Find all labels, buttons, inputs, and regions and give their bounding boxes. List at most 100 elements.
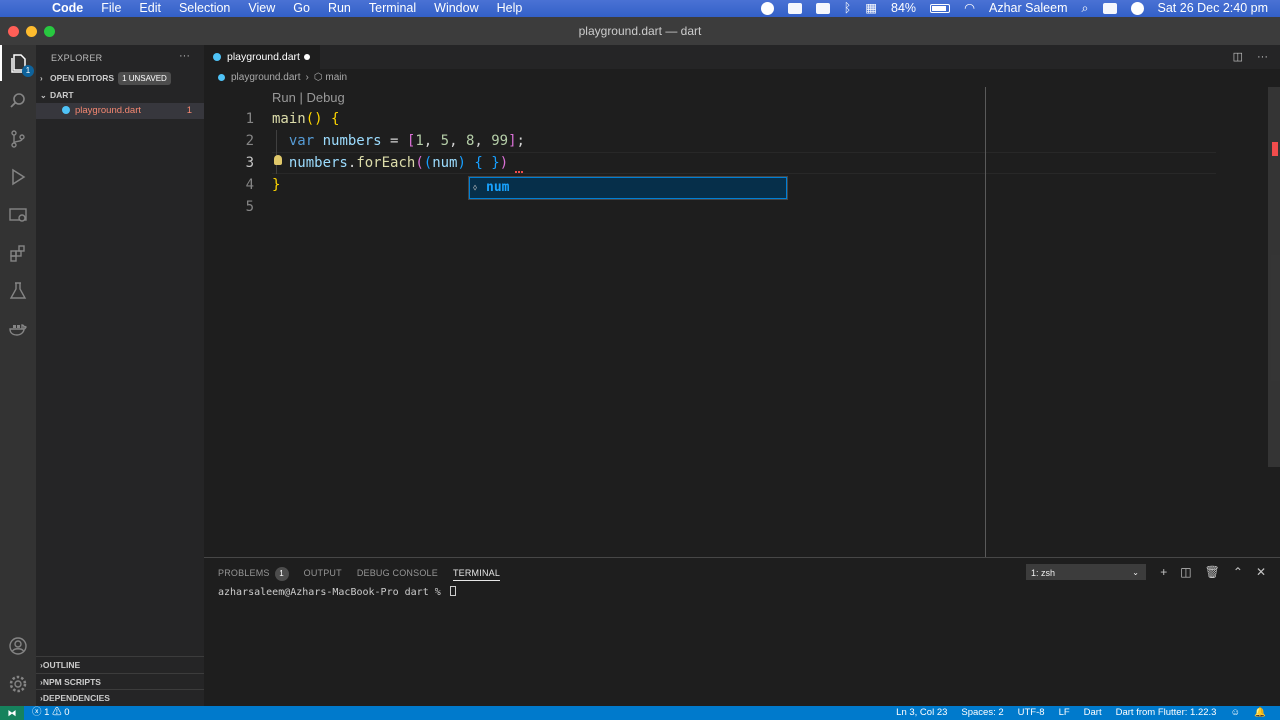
suggest-widget: ⬨ num [468,176,788,200]
menu-go[interactable]: Go [284,0,319,17]
menu-terminal[interactable]: Terminal [360,0,425,17]
activity-bar: 1 [0,45,36,706]
npm-scripts-section[interactable]: ›NPM SCRIPTS [36,673,204,689]
terminal-prompt[interactable]: azharsaleem@Azhars-MacBook-Pro dart % [218,586,456,598]
suggestion-item[interactable]: ⬨ num [469,177,787,199]
notifications-bell-icon[interactable]: 🔔 [1254,706,1266,720]
language-mode[interactable]: Dart [1084,706,1102,720]
menu-file[interactable]: File [92,0,130,17]
docker-icon[interactable] [787,3,802,14]
tab-debug-console[interactable]: DEBUG CONSOLE [357,565,438,581]
menu-view[interactable]: View [239,0,284,17]
line-number[interactable]: 2 [228,130,254,152]
search-icon[interactable] [0,83,36,119]
end-of-line[interactable]: LF [1059,706,1070,720]
menu-help[interactable]: Help [488,0,532,17]
dart-file-icon [62,106,70,114]
encoding[interactable]: UTF-8 [1018,706,1045,720]
bluetooth-icon[interactable]: ᛒ [844,0,852,17]
dart-file-icon [218,74,225,81]
outline-label: OUTLINE [42,660,81,670]
line-number[interactable]: 1 [228,108,254,130]
editor-actions: ◫ ··· [1233,45,1268,69]
code-text: main() { [272,108,339,130]
remote-explorer-icon[interactable] [0,197,36,233]
minimize-window-button[interactable] [26,26,37,37]
zoom-window-button[interactable] [44,26,55,37]
unsaved-dot-icon[interactable] [304,54,310,60]
source-control-icon[interactable] [0,121,36,157]
flag-icon[interactable]: ▦ [865,0,877,17]
spotlight-icon[interactable]: ⌕ [1082,0,1089,17]
wifi-icon[interactable]: ◠ [964,0,975,17]
tab-output[interactable]: OUTPUT [304,565,342,581]
terminal-select[interactable]: 1: zsh ⌄ [1026,564,1146,580]
code-token: , [474,133,492,149]
codelens-run-debug[interactable]: Run | Debug [272,90,345,105]
datetime[interactable]: Sat 26 Dec 2:40 pm [1158,0,1268,17]
cloud-icon[interactable] [815,3,830,14]
split-editor-icon[interactable]: ◫ [1233,45,1243,69]
extensions-icon[interactable] [0,235,36,271]
battery-icon[interactable] [930,4,951,13]
unsaved-badge: 1 UNSAVED [118,72,171,85]
maximize-panel-icon[interactable]: ⌃ [1233,563,1243,581]
tab-playground-dart[interactable]: playground.dart [204,45,320,69]
app-menu[interactable]: Code [50,0,92,17]
sidebar-more-icon[interactable]: ··· [179,50,190,62]
explorer-icon[interactable]: 1 [0,45,36,81]
code-token: ; [516,133,525,149]
tab-terminal[interactable]: TERMINAL [452,565,501,581]
problems-status[interactable]: ⓧ 1 ⚠ 0 [32,706,70,720]
testing-flask-icon[interactable] [0,273,36,309]
suggestion-label: num [486,180,510,195]
manage-gear-icon[interactable] [0,666,36,702]
line-number[interactable]: 3 [228,152,254,174]
cursor-position[interactable]: Ln 3, Col 23 [896,706,947,720]
dependencies-section[interactable]: ›DEPENDENCIES [36,689,204,705]
docker-icon[interactable] [0,311,36,347]
breadcrumb-file[interactable]: playground.dart [231,72,301,83]
unsaved-count-badge: 1 [22,65,34,77]
tab-problems-label: PROBLEMS [218,568,270,578]
menu-run[interactable]: Run [319,0,360,17]
folder-section-dart[interactable]: ⌄ DART [36,87,204,103]
breadcrumb-symbol[interactable]: main [325,72,347,83]
user-name[interactable]: Azhar Saleem [989,0,1068,17]
more-actions-icon[interactable]: ··· [1257,45,1268,69]
close-window-button[interactable] [8,26,19,37]
record-icon[interactable] [760,2,774,15]
outline-section[interactable]: ›OUTLINE [36,656,204,672]
indentation[interactable]: Spaces: 2 [961,706,1003,720]
accounts-icon[interactable] [0,628,36,664]
control-center-icon[interactable] [1102,3,1117,14]
code-token: main [272,111,306,127]
menu-edit[interactable]: Edit [130,0,170,17]
run-debug-icon[interactable] [0,159,36,195]
terminal-prompt-text: azharsaleem@Azhars-MacBook-Pro dart % [218,587,447,598]
remote-indicator-icon[interactable]: ⧓ [0,706,24,720]
error-icon: ⓧ [32,707,45,718]
new-terminal-icon[interactable]: + [1160,563,1167,581]
open-editors-section[interactable]: › OPEN EDITORS 1 UNSAVED [36,70,204,86]
split-terminal-icon[interactable]: ◫ [1180,563,1191,581]
siri-icon[interactable] [1130,2,1144,15]
line-number[interactable]: 4 [228,174,254,196]
menu-window[interactable]: Window [425,0,487,17]
line-number[interactable]: 5 [228,196,254,218]
code-token: ) [499,155,509,171]
menu-selection[interactable]: Selection [170,0,239,17]
lightbulb-icon[interactable] [274,155,282,165]
close-panel-icon[interactable]: ✕ [1256,563,1266,581]
sdk-version[interactable]: Dart from Flutter: 1.22.3 [1116,706,1217,720]
trash-icon[interactable]: 🗑 [1205,563,1220,581]
code-editor[interactable]: Run | Debug 1 main() {2 var numbers = [1,… [204,87,1280,557]
status-bar: ⧓ ⓧ 1 ⚠ 0 Ln 3, Col 23 Spaces: 2 UTF-8 L… [0,706,1280,720]
feedback-icon[interactable]: ☺ [1230,706,1240,720]
tab-problems[interactable]: PROBLEMS 1 [218,565,289,581]
file-item-playground[interactable]: playground.dart 1 [36,103,204,119]
panel-tabs: PROBLEMS 1 OUTPUT DEBUG CONSOLE TERMINAL [218,565,515,581]
